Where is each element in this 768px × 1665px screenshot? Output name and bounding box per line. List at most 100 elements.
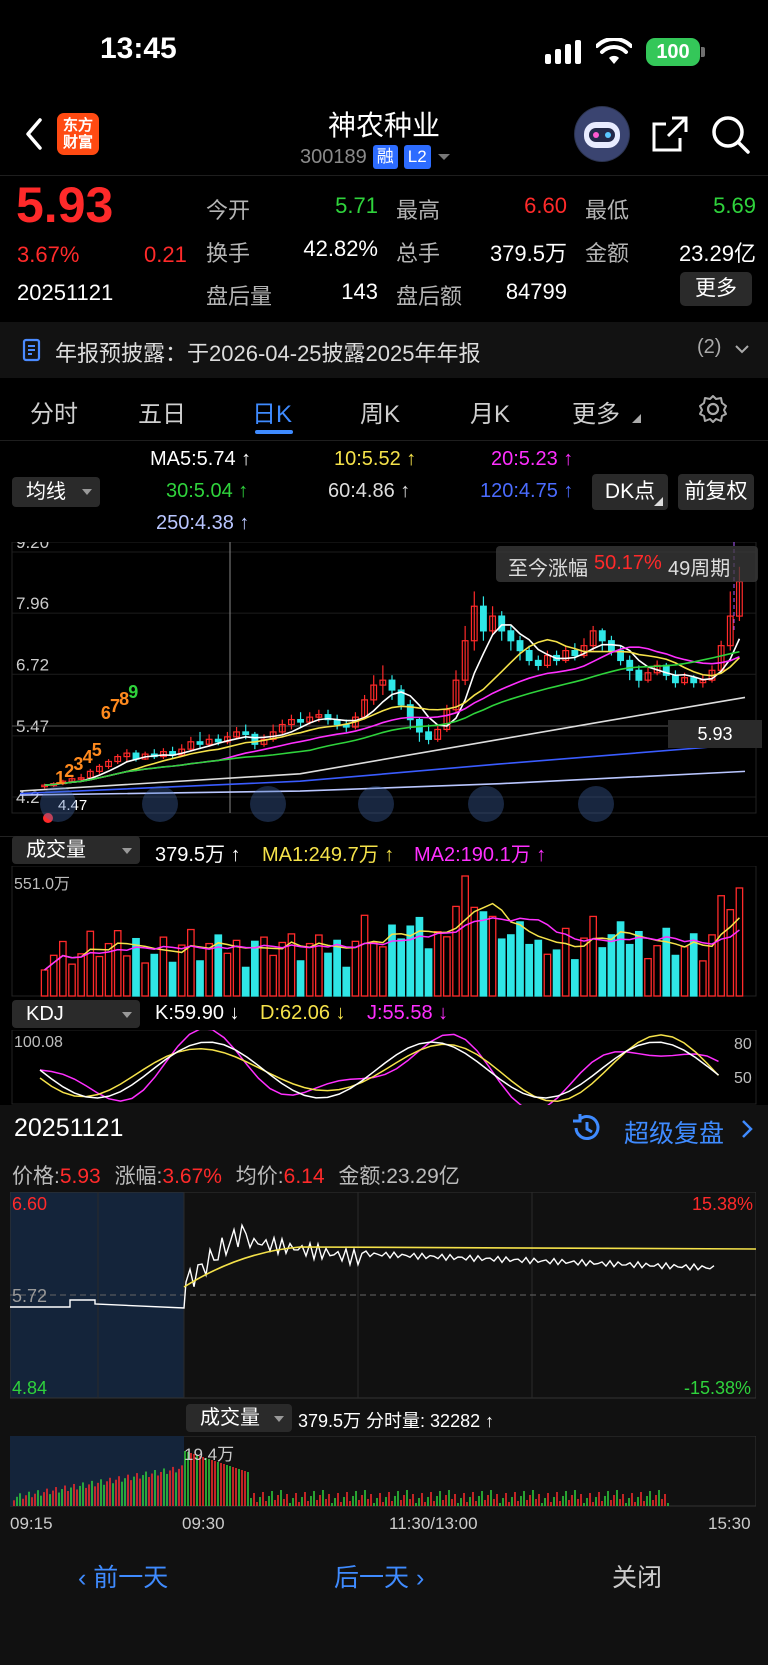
volume-bar (516, 921, 524, 997)
volume-bar (168, 961, 177, 997)
intraday-chart (10, 1192, 756, 1399)
ma-line (44, 638, 740, 786)
volume-bar (351, 940, 360, 997)
volume-label: 总手 (396, 241, 441, 266)
volume-value: 379.5万 (489, 241, 567, 266)
gear-icon[interactable] (698, 394, 728, 424)
intraday-volume-text: 379.5万 分时量: 32282 ↑ (298, 1411, 495, 1431)
volume-bar (443, 936, 451, 997)
ma250-value: 250:4.38 ↑ (156, 512, 250, 534)
candlestick-chart[interactable]: 9.207.966.725.474.21234567894.47 (0, 542, 768, 832)
adjust-price-button[interactable]: 前复权 (678, 474, 754, 510)
volume-bar (479, 911, 488, 997)
ma120-value: 120:4.75 ↑ (480, 480, 574, 502)
ma120-line (19, 743, 746, 795)
volume-bar (662, 927, 671, 997)
volume-bar (196, 960, 204, 997)
candle-body (214, 738, 222, 743)
volume-bar (278, 941, 287, 997)
candle-body (479, 605, 487, 632)
tab-monthly-k[interactable]: 月K (470, 394, 510, 429)
tab-more[interactable]: 更多 (572, 394, 620, 429)
previous-day-button[interactable]: ‹ 前一天 (78, 1558, 168, 1594)
y-tick-label: 6.72 (16, 655, 49, 674)
volume-bar (269, 954, 277, 997)
volume-chart (11, 866, 757, 997)
ma30-value: 30:5.04 ↑ (166, 480, 249, 502)
stock-code-line[interactable]: 300189 融 L2 (300, 145, 451, 169)
announcement-text: 年报预披露：于2026-04-25披露2025年年报 (55, 341, 481, 366)
volume-bar (625, 943, 634, 997)
document-icon (22, 338, 41, 362)
candle-body (516, 640, 524, 652)
open-value: 5.71 (335, 193, 378, 218)
volume-bar (305, 942, 314, 997)
volume-bar (488, 915, 497, 997)
volume-bar (223, 952, 232, 997)
chevron-left-icon: ‹ (78, 1564, 94, 1592)
volume-bar (497, 938, 506, 997)
ma60-value: 60:4.86 ↑ (328, 480, 411, 502)
quote-date: 20251121 (17, 280, 114, 305)
open-label: 今开 (206, 198, 251, 223)
volume-indicator-selector[interactable]: 成交量 (12, 836, 140, 864)
chevron-right-icon[interactable] (740, 1118, 754, 1140)
battery-indicator: 100 (646, 38, 700, 66)
volume-bar (187, 928, 195, 997)
volume-bar (324, 952, 332, 997)
low-label: 最低 (585, 198, 630, 223)
assistant-avatar[interactable] (574, 106, 630, 162)
wifi-icon (596, 38, 632, 64)
amount-value: 23.29亿 (678, 241, 756, 266)
ma-selector[interactable]: 均线 (12, 477, 100, 507)
volume-bar (123, 955, 131, 997)
next-day-button[interactable]: 后一天 › (334, 1558, 424, 1594)
intraday-low-pct: -15.38% (684, 1378, 752, 1398)
volume-bar (717, 895, 725, 997)
tab-weekly-k[interactable]: 周K (360, 394, 400, 429)
candle-body (598, 630, 606, 642)
announcement-count: (2) (697, 336, 722, 358)
volume-ma1: MA1:249.7万 ↑ (262, 844, 395, 866)
volume-bar (77, 953, 85, 997)
volume-bar (40, 969, 49, 997)
time-label-close: 15:30 (708, 1514, 751, 1533)
chevron-down-icon (437, 154, 450, 160)
change-pct: 3.67% (17, 242, 80, 267)
range-gain-period: 49周期 (668, 558, 731, 580)
high-label: 最高 (396, 198, 441, 223)
volume-bar (251, 940, 259, 997)
intraday-volume-selector[interactable]: 成交量 (186, 1404, 292, 1432)
volume-bar (671, 954, 680, 997)
volume-bar (699, 960, 707, 997)
more-button[interactable]: 更多 (680, 272, 752, 306)
tab-intraday[interactable]: 分时 (30, 394, 78, 429)
tab-daily-k[interactable]: 日K (252, 394, 292, 429)
time-label-0930: 09:30 (182, 1514, 225, 1533)
ma-line (44, 624, 741, 786)
l2-tag: L2 (403, 145, 431, 169)
chart-nav-button (142, 786, 178, 822)
close-button[interactable]: 关闭 (612, 1558, 662, 1594)
volume-bar (461, 875, 469, 997)
signal-icon (545, 40, 581, 64)
volume-current: 379.5万 ↑ (155, 844, 241, 866)
td-count: 5 (92, 740, 102, 760)
super-replay-link[interactable]: 超级复盘 (624, 1114, 724, 1150)
share-icon[interactable] (650, 114, 690, 154)
volume-bar (141, 962, 149, 997)
chevron-right-icon: › (409, 1564, 425, 1592)
corner-mark-icon (654, 497, 663, 506)
ma20-value: 20:5.23 ↑ (491, 448, 574, 470)
volume-bar (232, 939, 241, 997)
range-gain-pct: 50.17% (594, 552, 662, 574)
replay-icon[interactable] (570, 1112, 602, 1144)
intraday-high-pct: 15.38% (692, 1194, 754, 1214)
volume-ma2: MA2:190.1万 ↑ (414, 844, 547, 866)
volume-bar (241, 966, 250, 997)
stock-code: 300189 (300, 145, 367, 168)
active-tab-indicator (255, 430, 293, 434)
search-icon[interactable] (710, 114, 752, 156)
kdj-indicator-selector[interactable]: KDJ (12, 1000, 140, 1028)
tab-five-day[interactable]: 五日 (138, 394, 186, 429)
